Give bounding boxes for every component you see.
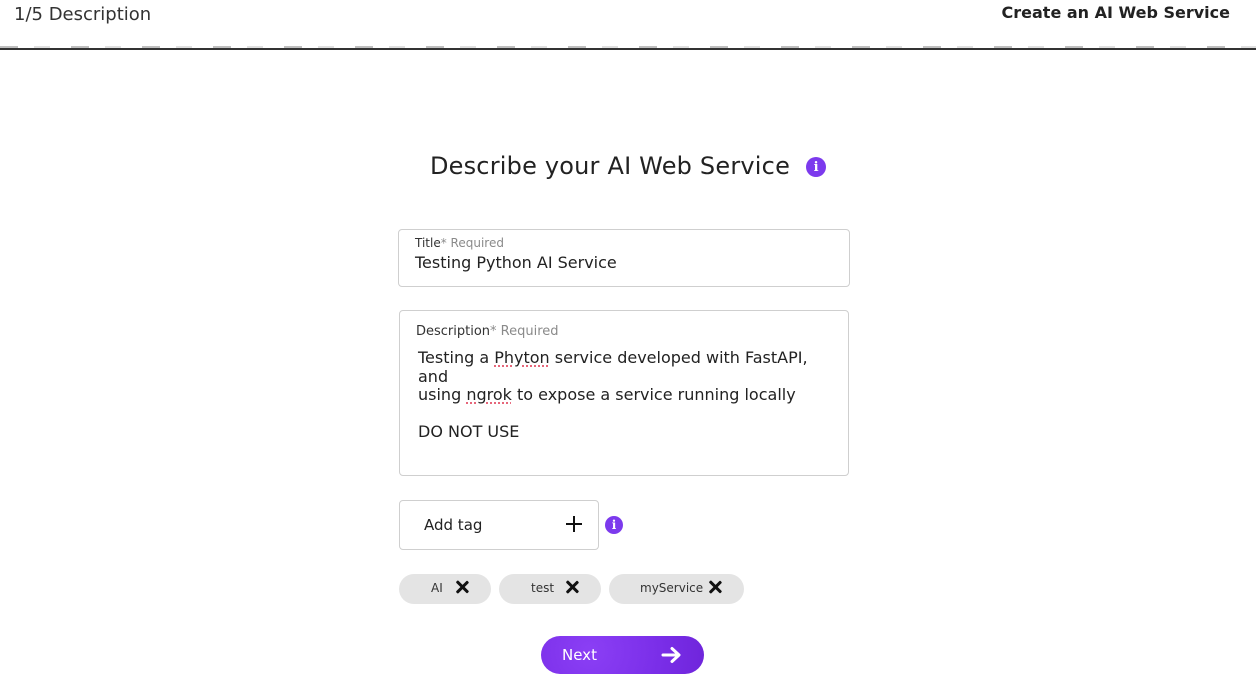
plus-icon[interactable] bbox=[566, 516, 582, 532]
tag-chip: test bbox=[499, 574, 601, 604]
misspelled-word: Phyton bbox=[494, 348, 550, 367]
close-icon[interactable] bbox=[708, 580, 722, 594]
tag-chip-label: myService bbox=[640, 581, 704, 595]
page-heading: Describe your AI Web Service i bbox=[0, 148, 1256, 184]
next-button-label: Next bbox=[562, 646, 597, 664]
app-title: Create an AI Web Service bbox=[1001, 3, 1230, 22]
misspelled-word: ngrok bbox=[466, 385, 512, 404]
title-input[interactable]: Testing Python AI Service bbox=[415, 253, 617, 272]
tag-chip-label: test bbox=[531, 581, 555, 595]
tag-info-icon[interactable]: i bbox=[605, 516, 623, 534]
add-tag-input[interactable]: Add tag bbox=[399, 500, 599, 550]
next-button[interactable]: Next bbox=[541, 636, 704, 674]
title-field[interactable]: Title* Required Testing Python AI Servic… bbox=[398, 229, 850, 287]
page-title: Describe your AI Web Service bbox=[429, 152, 791, 180]
tag-chip: myService bbox=[609, 574, 744, 604]
description-label: Description* Required bbox=[416, 324, 559, 339]
close-icon[interactable] bbox=[565, 580, 579, 594]
header: 1/5 Description Create an AI Web Service bbox=[0, 0, 1256, 50]
info-icon[interactable]: i bbox=[806, 157, 827, 177]
tag-chip-label: AI bbox=[431, 581, 443, 595]
title-label: Title* Required bbox=[415, 236, 504, 250]
add-tag-placeholder: Add tag bbox=[424, 516, 483, 534]
close-icon[interactable] bbox=[455, 580, 469, 594]
step-indicator: 1/5 Description bbox=[14, 4, 152, 25]
description-field[interactable]: Description* Required Testing a Phyton s… bbox=[399, 310, 849, 476]
arrow-right-icon bbox=[661, 647, 681, 663]
header-divider bbox=[0, 46, 1256, 50]
tag-chip: AI bbox=[399, 574, 491, 604]
description-textarea[interactable]: Testing a Phyton service developed with … bbox=[418, 348, 838, 442]
